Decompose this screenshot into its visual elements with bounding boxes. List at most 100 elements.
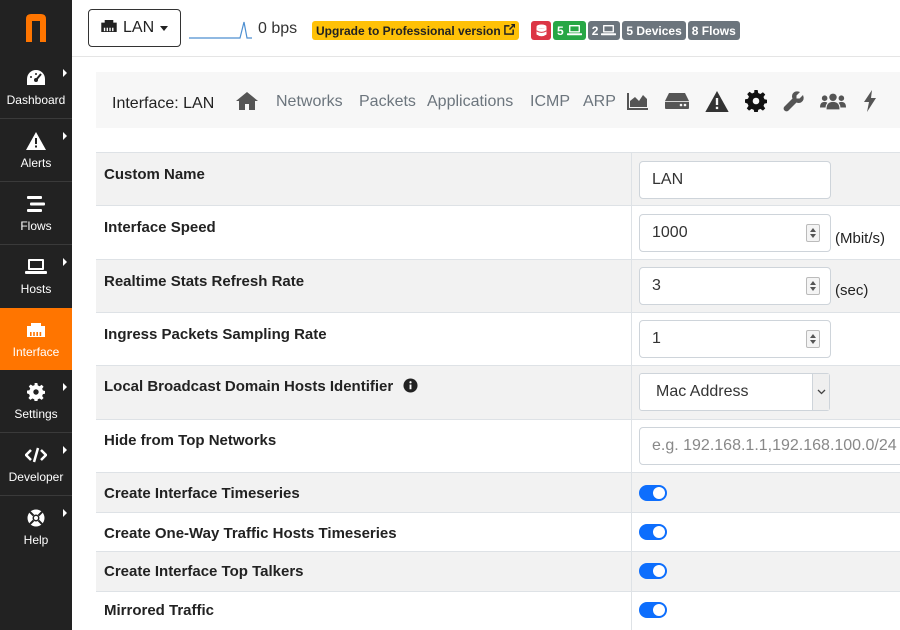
sidebar: Dashboard Alerts Flows Hosts Interface S… [0, 0, 72, 630]
tab-arp[interactable]: ARP [583, 93, 616, 111]
tab-networks[interactable]: Networks [276, 93, 343, 111]
sidebar-item-label: Help [23, 533, 49, 547]
column-divider [631, 513, 632, 551]
warning-icon[interactable] [704, 89, 730, 113]
ntopng-logo[interactable] [0, 0, 72, 56]
caret-right-icon [63, 132, 67, 140]
home-icon[interactable] [234, 89, 260, 113]
mirrored-traffic-toggle[interactable] [639, 602, 667, 618]
throughput-sparkline [189, 21, 252, 39]
table-row: Local Broadcast Domain Hosts Identifier … [96, 365, 900, 419]
laptop-icon [25, 256, 47, 278]
devices-badge[interactable]: 5 Devices [622, 21, 686, 40]
cog-icon[interactable] [743, 89, 769, 113]
sidebar-item-interface[interactable]: Interface [0, 308, 72, 370]
one-way-timeseries-toggle[interactable] [639, 524, 667, 540]
tab-packets[interactable]: Packets [359, 93, 416, 111]
upgrade-badge[interactable]: Upgrade to Professional version [312, 21, 519, 40]
sidebar-item-settings[interactable]: Settings [0, 370, 72, 432]
table-row: Create Interface Top Talkers [96, 551, 900, 591]
custom-name-input[interactable]: LAN [639, 161, 831, 199]
column-divider [631, 153, 632, 205]
wrench-icon[interactable] [781, 89, 807, 113]
interface-timeseries-toggle[interactable] [639, 485, 667, 501]
throughput-value: 0 bps [258, 20, 298, 37]
sidebar-item-developer[interactable]: Developer [0, 433, 72, 495]
hide-networks-input[interactable]: e.g. 192.168.1.1,192.168.100.0/24 [639, 427, 900, 465]
interface-name: LAN [123, 19, 155, 36]
table-row: Ingress Packets Sampling Rate 1 [96, 312, 900, 365]
users-icon[interactable] [820, 89, 846, 113]
gauge-icon [25, 67, 47, 89]
setting-label: Custom Name [104, 166, 205, 183]
input-value: 1000 [652, 224, 688, 241]
life-ring-icon [25, 507, 47, 529]
column-divider [631, 592, 632, 630]
caret-down-icon [160, 26, 168, 31]
top-talkers-toggle[interactable] [639, 563, 667, 579]
table-row: Create Interface Timeseries [96, 472, 900, 512]
database-badge[interactable] [531, 21, 551, 40]
sidebar-item-label: Dashboard [6, 93, 66, 107]
external-link-icon [503, 23, 515, 38]
input-value: LAN [652, 171, 684, 188]
upgrade-label: Upgrade to Professional version [316, 23, 501, 38]
tab-icmp[interactable]: ICMP [530, 93, 570, 111]
sidebar-item-alerts[interactable]: Alerts [0, 119, 72, 181]
sidebar-item-label: Settings [14, 407, 58, 421]
sidebar-item-dashboard[interactable]: Dashboard [0, 56, 72, 118]
column-divider [631, 420, 632, 472]
remote-hosts-badge[interactable]: 2 [587, 21, 621, 40]
logo-icon [26, 14, 46, 42]
interface-nav: Interface: LAN Networks Packets Applicat… [96, 72, 900, 128]
interface-speed-input[interactable]: 1000 [639, 214, 831, 252]
warning-icon [25, 130, 47, 152]
setting-label: Realtime Stats Refresh Rate [104, 273, 305, 290]
sampling-rate-input[interactable]: 1 [639, 320, 831, 358]
top-bar: LAN 0 bps Upgrade to Professional versio… [72, 0, 900, 57]
stream-icon [25, 193, 47, 215]
setting-label: Create Interface Timeseries [104, 485, 300, 502]
tab-applications[interactable]: Applications [427, 93, 513, 111]
setting-label-text: Local Broadcast Domain Hosts Identifier [104, 378, 394, 395]
info-circle-icon[interactable] [403, 378, 418, 397]
caret-right-icon [63, 383, 67, 391]
number-spinner[interactable] [806, 330, 820, 348]
column-divider [631, 206, 632, 259]
sidebar-item-hosts[interactable]: Hosts [0, 245, 72, 307]
bolt-icon[interactable] [857, 89, 883, 113]
local-hosts-count: 5 [557, 23, 564, 38]
table-row: Mirrored Traffic [96, 591, 900, 630]
interface-settings-table: Custom Name LAN Interface Speed 1000 (Mb… [96, 152, 900, 630]
sidebar-item-flows[interactable]: Flows [0, 182, 72, 244]
unit-label: (Mbit/s) [835, 230, 885, 247]
hdd-icon[interactable] [664, 89, 690, 113]
setting-label: Interface Speed [104, 219, 216, 236]
unit-label: (sec) [835, 282, 869, 299]
refresh-rate-input[interactable]: 3 [639, 267, 831, 305]
table-row: Hide from Top Networks e.g. 192.168.1.1,… [96, 419, 900, 472]
column-divider [631, 260, 632, 312]
column-divider [631, 552, 632, 591]
chart-area-icon[interactable] [625, 89, 651, 113]
setting-label: Ingress Packets Sampling Rate [104, 326, 327, 343]
sidebar-item-label: Developer [8, 470, 64, 484]
number-spinner[interactable] [806, 224, 820, 242]
caret-right-icon [63, 69, 67, 77]
number-spinner[interactable] [806, 277, 820, 295]
caret-right-icon [63, 509, 67, 517]
column-divider [631, 473, 632, 512]
local-hosts-badge[interactable]: 5 [553, 21, 586, 40]
table-row: Interface Speed 1000 (Mbit/s) [96, 205, 900, 259]
flows-badge[interactable]: 8 Flows [687, 21, 740, 40]
setting-label: Local Broadcast Domain Hosts Identifier [104, 378, 418, 397]
cog-icon [25, 381, 47, 403]
input-value: 3 [652, 277, 661, 294]
setting-label: Create One-Way Traffic Hosts Timeseries [104, 525, 397, 542]
hosts-identifier-select[interactable]: Mac Address [639, 373, 830, 411]
interface-dropdown[interactable]: LAN [88, 9, 181, 47]
status-badges: 5 2 5 Devices 8 Flows [531, 21, 740, 40]
ethernet-icon [101, 19, 117, 37]
sidebar-item-help[interactable]: Help [0, 496, 72, 558]
chevron-down-icon [812, 374, 829, 410]
